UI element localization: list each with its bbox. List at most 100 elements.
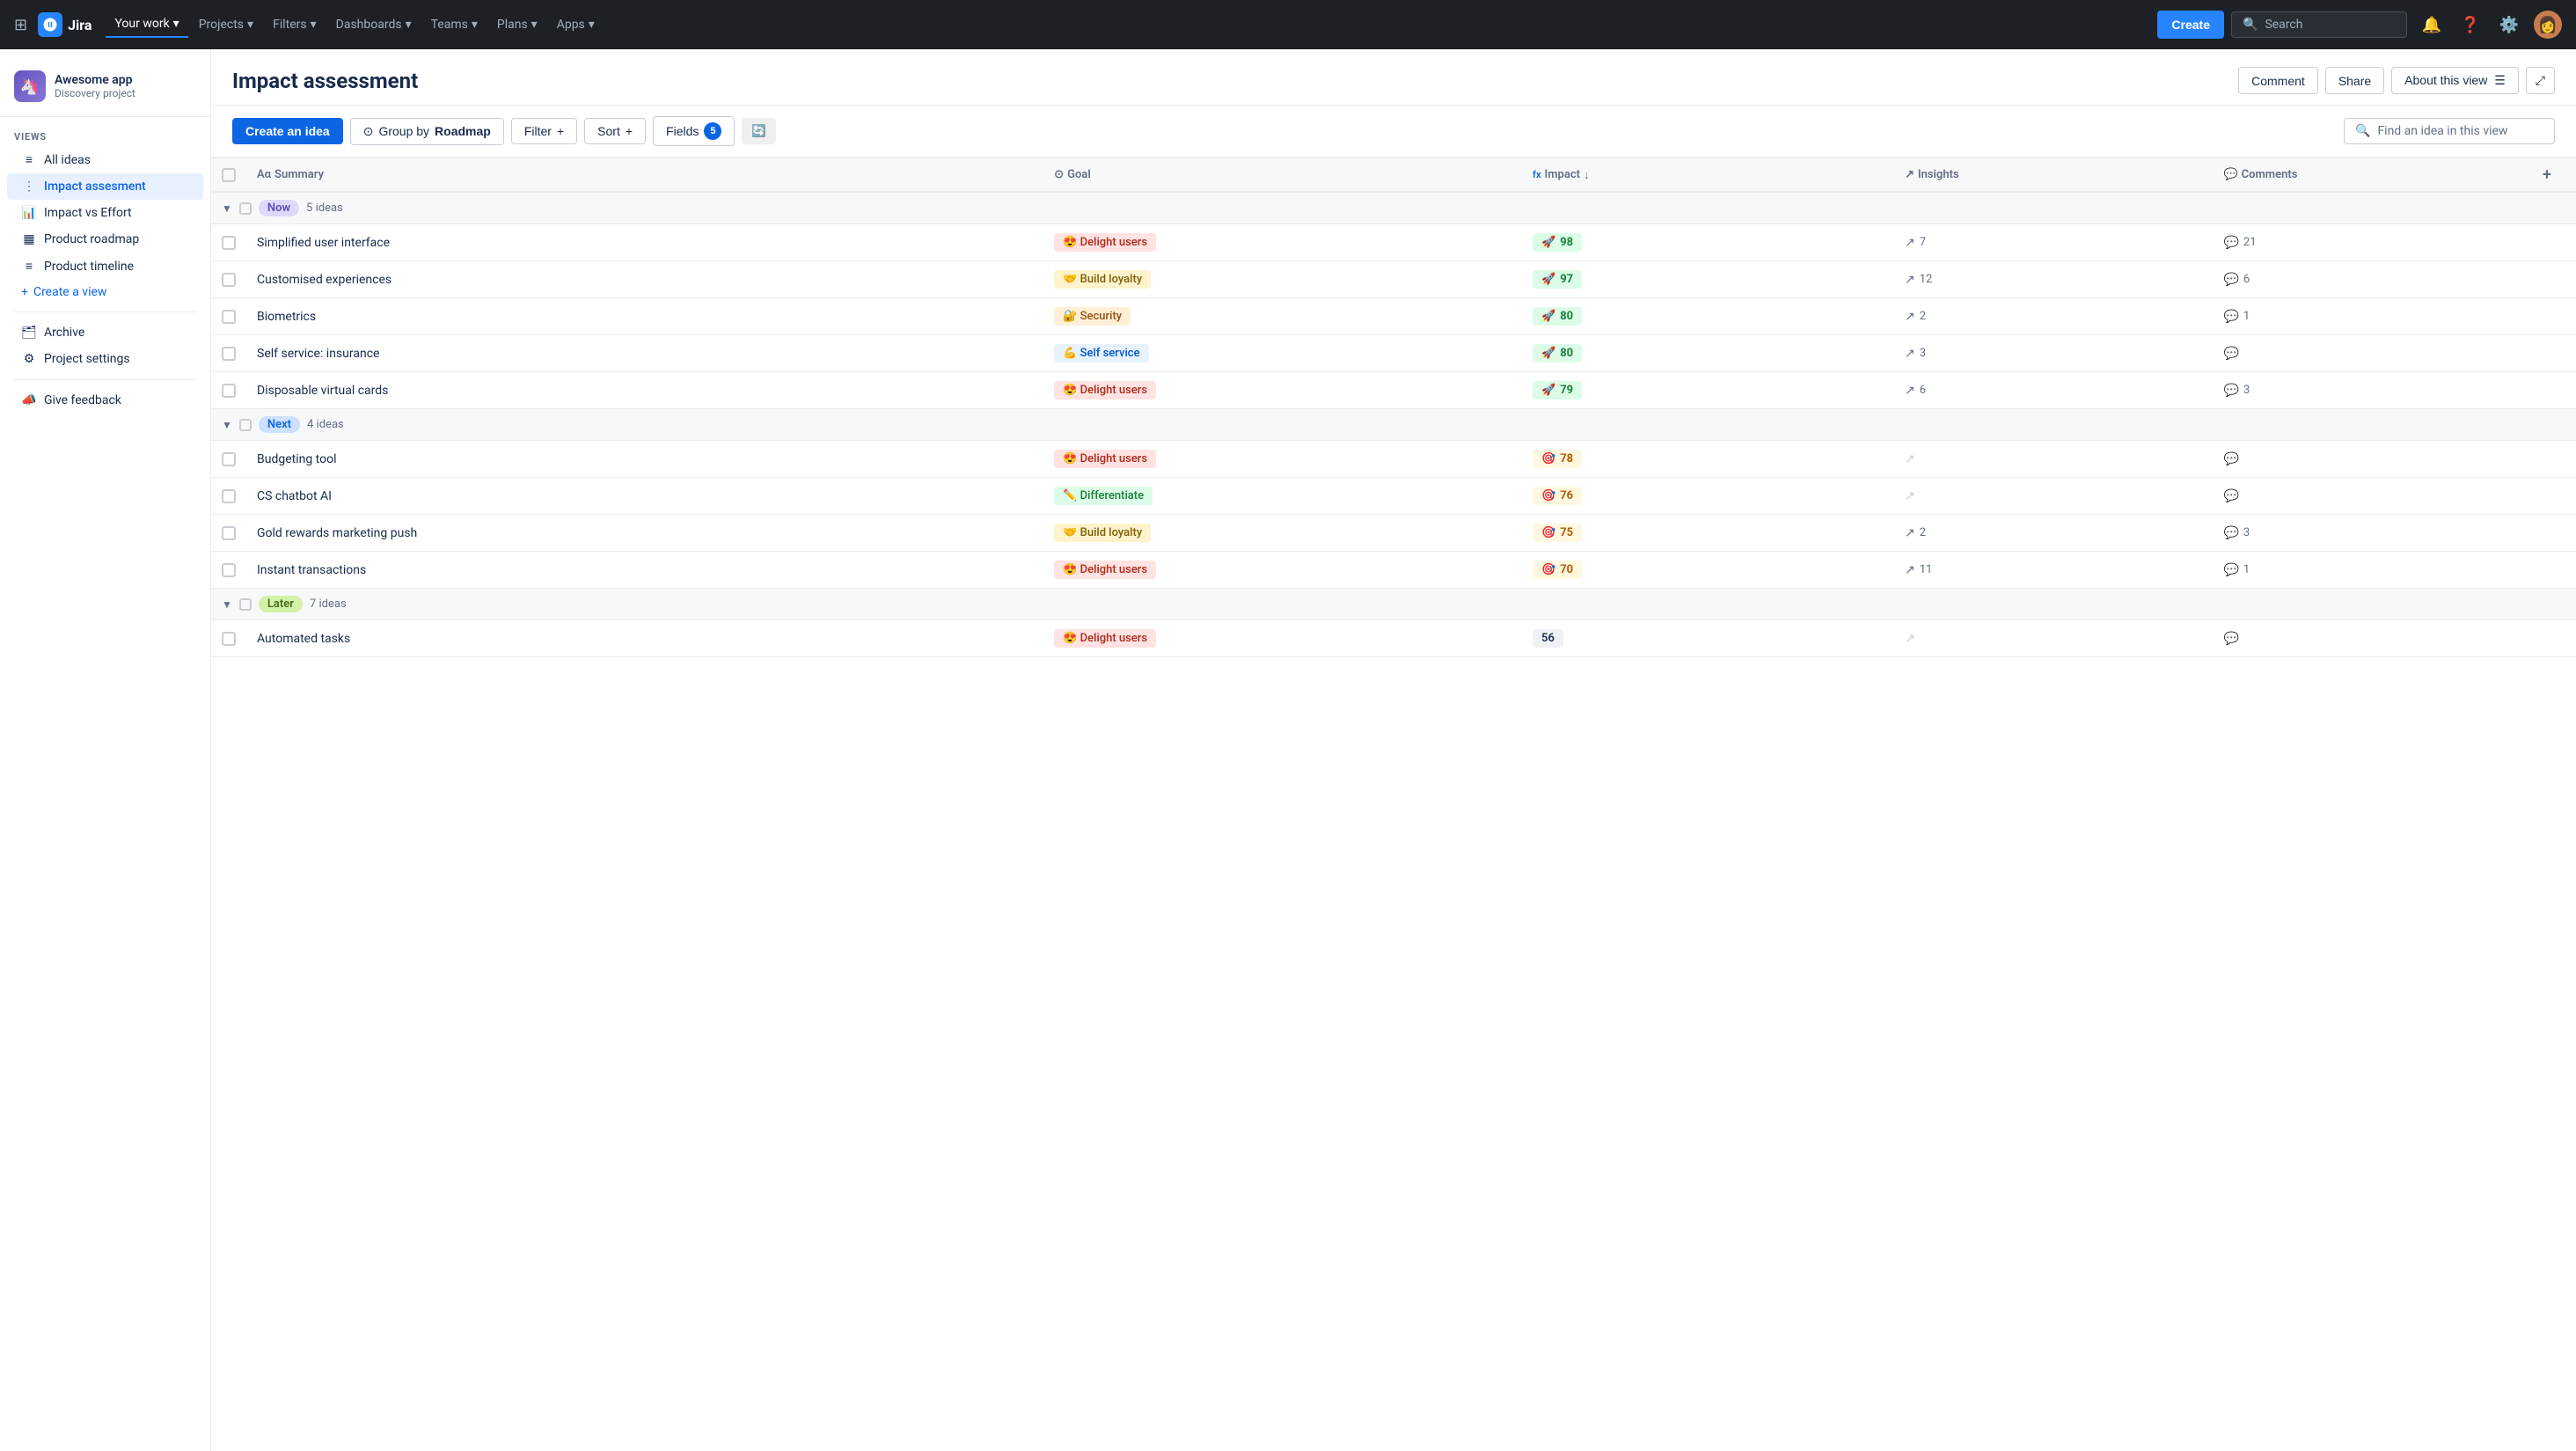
col-header-comments[interactable]: 💬 Comments xyxy=(2213,158,2532,193)
group-chevron-next[interactable]: ▼ xyxy=(222,419,232,431)
row-impact: 🚀 97 xyxy=(1522,261,1894,298)
row-checkbox[interactable] xyxy=(222,452,236,466)
add-column-icon[interactable]: + xyxy=(2543,165,2551,184)
goal-badge[interactable]: 😍 Delight users xyxy=(1054,450,1156,468)
sidebar-item-product-roadmap[interactable]: ▦ Product roadmap xyxy=(7,226,203,253)
sidebar-item-impact-vs-effort[interactable]: 📊 Impact vs Effort xyxy=(7,200,203,226)
select-all-checkbox[interactable] xyxy=(222,168,236,182)
row-comments: 💬21 xyxy=(2213,224,2532,261)
goal-badge[interactable]: 💪 Self service xyxy=(1054,344,1148,363)
project-header[interactable]: 🦄 Awesome app Discovery project xyxy=(0,63,210,117)
row-checkbox[interactable] xyxy=(222,273,236,287)
sidebar-item-product-timeline[interactable]: ≡ Product timeline xyxy=(7,253,203,280)
group-by-button[interactable]: ⊙ Group by Roadmap xyxy=(350,118,504,145)
group-chevron-now[interactable]: ▼ xyxy=(222,202,232,215)
group-row-now[interactable]: ▼ Now 5 ideas xyxy=(211,192,2576,224)
comments-icon: 💬 xyxy=(2223,168,2237,181)
goal-badge[interactable]: 😍 Delight users xyxy=(1054,629,1156,648)
col-header-impact[interactable]: fx Impact ↓ xyxy=(1522,158,1894,193)
row-goal: 🔐 Security xyxy=(1043,298,1522,335)
sidebar-item-project-settings[interactable]: ⚙ Project settings xyxy=(7,346,203,372)
table-body: ▼ Now 5 ideas Simplified user interface … xyxy=(211,192,2576,657)
grid-icon[interactable]: ⊞ xyxy=(14,16,27,34)
row-summary[interactable]: Simplified user interface xyxy=(246,224,1043,261)
goal-badge[interactable]: 🤝 Build loyalty xyxy=(1054,524,1151,542)
create-idea-button[interactable]: Create an idea xyxy=(232,118,343,144)
timeline-icon: ≡ xyxy=(21,259,37,274)
group-checkbox-next[interactable] xyxy=(239,419,252,431)
avatar[interactable]: 👩 xyxy=(2534,11,2562,39)
group-chevron-later[interactable]: ▼ xyxy=(222,598,232,611)
nav-filters[interactable]: Filters ▾ xyxy=(264,12,326,37)
row-summary[interactable]: Disposable virtual cards xyxy=(246,372,1043,409)
sidebar-item-all-ideas[interactable]: ≡ All ideas xyxy=(7,146,203,173)
row-checkbox[interactable] xyxy=(222,384,236,398)
nav-right-section: 🔍 Search 🔔 ❓ ⚙️ 👩 xyxy=(2231,11,2562,39)
idea-search[interactable]: 🔍 Find an idea in this view xyxy=(2344,118,2555,144)
create-view-button[interactable]: + Create a view xyxy=(7,280,203,304)
goal-badge[interactable]: 😍 Delight users xyxy=(1054,381,1156,399)
row-checkbox[interactable] xyxy=(222,526,236,540)
row-summary[interactable]: Automated tasks xyxy=(246,620,1043,657)
row-comments: 💬 xyxy=(2213,478,2532,515)
col-header-add[interactable]: + xyxy=(2532,158,2576,193)
row-insights: ↗2 xyxy=(1894,515,2214,552)
row-summary[interactable]: Budgeting tool xyxy=(246,441,1043,478)
about-view-button[interactable]: About this view ☰ xyxy=(2391,67,2519,94)
nav-apps[interactable]: Apps ▾ xyxy=(548,12,604,37)
goal-badge[interactable]: 😍 Delight users xyxy=(1054,561,1156,579)
group-label-later[interactable]: Later xyxy=(259,596,303,612)
row-summary[interactable]: Customised experiences xyxy=(246,261,1043,298)
row-summary[interactable]: Biometrics xyxy=(246,298,1043,335)
col-header-insights[interactable]: ↗ Insights xyxy=(1894,158,2214,193)
fields-button[interactable]: Fields 5 xyxy=(653,116,735,146)
goal-badge[interactable]: ✏️ Differentiate xyxy=(1054,487,1153,505)
group-checkbox-now[interactable] xyxy=(239,202,252,215)
row-comments: 💬3 xyxy=(2213,515,2532,552)
sidebar-item-archive[interactable]: 🗂 Archive xyxy=(7,319,203,346)
goal-badge[interactable]: 😍 Delight users xyxy=(1054,233,1156,252)
refresh-button[interactable]: 🔄 xyxy=(742,118,776,144)
nav-search[interactable]: 🔍 Search xyxy=(2231,11,2407,38)
sidebar-item-impact-assessment[interactable]: ⋮ Impact assesment xyxy=(7,173,203,200)
row-checkbox[interactable] xyxy=(222,563,236,577)
group-checkbox-later[interactable] xyxy=(239,598,252,611)
group-row-later[interactable]: ▼ Later 7 ideas xyxy=(211,589,2576,620)
nav-plans[interactable]: Plans ▾ xyxy=(488,12,546,37)
nav-teams[interactable]: Teams ▾ xyxy=(422,12,487,37)
row-insights: ↗3 xyxy=(1894,335,2214,372)
row-checkbox[interactable] xyxy=(222,236,236,250)
col-header-goal[interactable]: ⊙ Goal xyxy=(1043,158,1522,193)
nav-dashboards[interactable]: Dashboards ▾ xyxy=(327,12,421,37)
settings-icon[interactable]: ⚙️ xyxy=(2495,11,2523,39)
sort-button[interactable]: Sort + xyxy=(584,118,646,144)
row-checkbox[interactable] xyxy=(222,347,236,361)
nav-your-work[interactable]: Your work ▾ xyxy=(106,11,187,38)
expand-button[interactable]: ⤢ xyxy=(2526,67,2555,94)
row-goal: 🤝 Build loyalty xyxy=(1043,261,1522,298)
jira-logo[interactable]: Jira xyxy=(38,12,91,37)
nav-projects[interactable]: Projects ▾ xyxy=(190,12,262,37)
group-row-next[interactable]: ▼ Next 4 ideas xyxy=(211,409,2576,441)
notifications-icon[interactable]: 🔔 xyxy=(2418,11,2446,39)
goal-badge[interactable]: 🤝 Build loyalty xyxy=(1054,270,1151,289)
filter-button[interactable]: Filter + xyxy=(511,118,577,144)
col-header-summary[interactable]: Aα Summary xyxy=(246,158,1043,193)
comment-button[interactable]: Comment xyxy=(2238,67,2318,94)
row-summary[interactable]: Self service: insurance xyxy=(246,335,1043,372)
goal-badge[interactable]: 🔐 Security xyxy=(1054,307,1131,326)
group-label-now[interactable]: Now xyxy=(259,200,299,216)
row-summary[interactable]: CS chatbot AI xyxy=(246,478,1043,515)
row-checkbox[interactable] xyxy=(222,489,236,503)
group-label-next[interactable]: Next xyxy=(259,416,300,433)
share-button[interactable]: Share xyxy=(2325,67,2384,94)
row-insights: ↗2 xyxy=(1894,298,2214,335)
row-summary[interactable]: Gold rewards marketing push xyxy=(246,515,1043,552)
create-button[interactable]: Create xyxy=(2157,11,2224,39)
row-summary[interactable]: Instant transactions xyxy=(246,552,1043,589)
help-icon[interactable]: ❓ xyxy=(2456,11,2485,39)
row-checkbox[interactable] xyxy=(222,310,236,324)
sidebar-item-give-feedback[interactable]: 📣 Give feedback xyxy=(7,387,203,414)
row-checkbox[interactable] xyxy=(222,632,236,646)
toolbar: Create an idea ⊙ Group by Roadmap Filter… xyxy=(211,106,2576,158)
